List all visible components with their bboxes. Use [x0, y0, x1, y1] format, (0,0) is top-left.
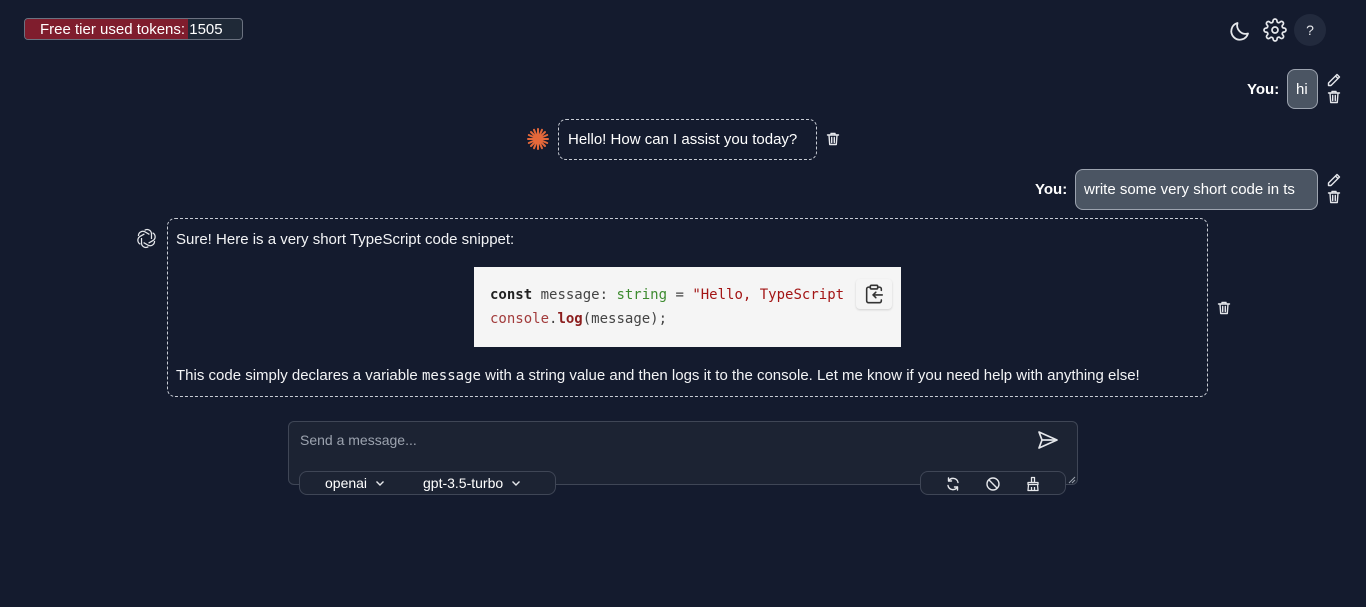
refresh-icon: [947, 477, 959, 491]
provider-select[interactable]: openai: [325, 475, 385, 491]
regenerate-button[interactable]: [943, 474, 963, 494]
edit-icon[interactable]: [1326, 172, 1342, 188]
send-icon: [1038, 431, 1058, 449]
user-message-bubble: hi: [1287, 69, 1318, 109]
delete-icon[interactable]: [1326, 189, 1342, 205]
clear-chat-button[interactable]: [1023, 474, 1043, 494]
user-label: You:: [1035, 181, 1068, 198]
edit-icon[interactable]: [1326, 72, 1342, 88]
theme-toggle-button[interactable]: [1227, 18, 1253, 44]
inline-code: message: [421, 368, 481, 384]
token-usage-text: Free tier used tokens: 1505: [40, 21, 223, 38]
send-button[interactable]: [1034, 426, 1062, 454]
clipboard-icon: [865, 284, 884, 304]
delete-icon[interactable]: [825, 131, 841, 147]
user-message-bubble: write some very short code in ts: [1075, 169, 1318, 210]
settings-button[interactable]: [1262, 17, 1288, 43]
copy-code-button[interactable]: [856, 279, 892, 309]
broom-icon: [1027, 476, 1039, 492]
model-value: gpt-3.5-turbo: [423, 475, 504, 491]
assistant-intro-text: Sure! Here is a very short TypeScript co…: [176, 231, 515, 248]
block-icon: [986, 477, 1000, 491]
delete-icon[interactable]: [1216, 300, 1232, 316]
resize-handle-icon[interactable]: [1068, 476, 1076, 484]
gear-icon: [1263, 18, 1287, 42]
delete-icon[interactable]: [1326, 89, 1342, 105]
code-block: const message: string = "Hello, TypeScri…: [474, 267, 901, 347]
model-select[interactable]: gpt-3.5-turbo: [423, 475, 521, 491]
help-button[interactable]: ?: [1294, 14, 1326, 46]
moon-icon: [1230, 22, 1249, 41]
outro-text-after: with a string value and then logs it to …: [480, 367, 1140, 384]
code-identifier: message:: [532, 287, 617, 303]
user-label: You:: [1247, 81, 1280, 98]
outro-text-before: This code simply declares a variable: [176, 367, 422, 384]
token-usage-bar: Free tier used tokens: 1505: [24, 18, 243, 40]
provider-value: openai: [325, 475, 368, 491]
chevron-down-icon: [376, 481, 385, 486]
code-function: log: [557, 311, 583, 327]
claude-sunburst-icon: [527, 128, 549, 150]
stop-button[interactable]: [983, 474, 1003, 494]
assistant-outro-text: This code simply declares a variable mes…: [176, 367, 1140, 384]
code-operator: =: [667, 287, 693, 303]
code-keyword: const: [490, 287, 533, 303]
code-object: console: [490, 311, 550, 327]
code-line-1: const message: string = "Hello, TypeScri…: [490, 287, 844, 303]
message-input[interactable]: Send a message...: [300, 432, 417, 448]
token-usage-value: 1505: [189, 21, 223, 38]
code-line-2: console.log(message);: [490, 311, 667, 327]
token-usage-label: Free tier used tokens:: [40, 21, 186, 38]
openai-logo-icon: [137, 228, 156, 249]
assistant-message-bubble: Hello! How can I assist you today?: [558, 119, 817, 160]
chevron-down-icon: [512, 481, 521, 486]
code-type: string: [616, 287, 668, 303]
code-args: (message);: [582, 311, 668, 327]
code-string: "Hello, TypeScript: [692, 287, 845, 303]
